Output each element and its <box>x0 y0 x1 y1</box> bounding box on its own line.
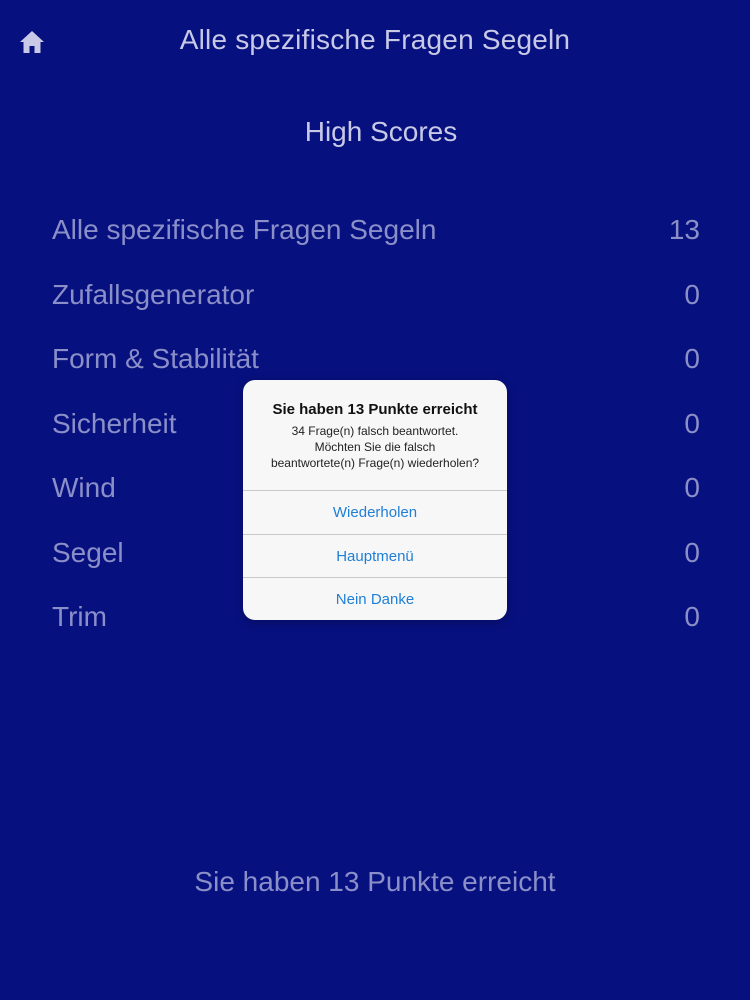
score-row: Alle spezifische Fragen Segeln 13 <box>52 206 700 271</box>
score-category: Segel <box>52 536 124 568</box>
score-value: 0 <box>684 536 700 568</box>
score-value: 0 <box>684 407 700 439</box>
score-category: Trim <box>52 601 107 632</box>
score-row: Zufallsgenerator 0 <box>52 271 700 336</box>
main-menu-button[interactable]: Hauptmenü <box>243 535 507 578</box>
score-category: Wind <box>52 472 116 503</box>
result-alert-dialog: Sie haben 13 Punkte erreicht 34 Frage(n)… <box>243 380 507 620</box>
repeat-button[interactable]: Wiederholen <box>243 491 507 534</box>
alert-message: 34 Frage(n) falsch beantwortet. Möchten … <box>270 424 480 470</box>
result-summary: Sie haben 13 Punkte erreicht <box>194 866 556 897</box>
score-value: 0 <box>684 472 700 503</box>
high-scores-screen: Alle spezifische Fragen Segeln High Scor… <box>0 0 750 1000</box>
alert-title: Sie haben 13 Punkte erreicht <box>272 401 478 418</box>
score-category: Zufallsgenerator <box>52 278 255 310</box>
score-category: Sicherheit <box>52 407 177 439</box>
score-value: 0 <box>684 343 700 374</box>
score-value: 0 <box>684 601 700 632</box>
status-bar <box>0 0 750 20</box>
high-scores-title: High Scores <box>304 116 458 147</box>
nav-title: Alle spezifische Fragen Segeln <box>179 24 571 55</box>
no-thanks-button[interactable]: Nein Danke <box>243 578 507 620</box>
score-category: Form & Stabilität <box>52 343 259 374</box>
score-value: 0 <box>684 278 700 310</box>
score-category: Alle spezifische Fragen Segeln <box>52 214 437 245</box>
score-value: 13 <box>668 214 700 245</box>
